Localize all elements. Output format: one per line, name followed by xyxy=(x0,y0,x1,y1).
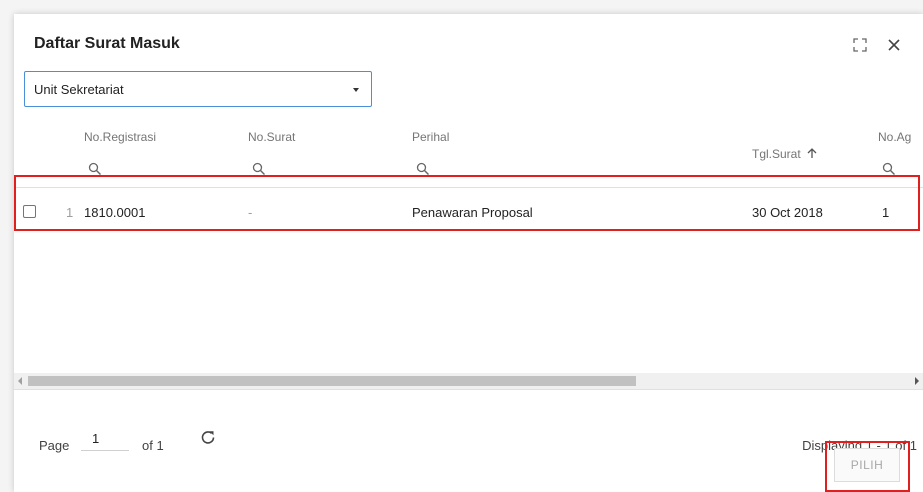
row-number: 1 xyxy=(66,205,74,220)
dialog-window: Daftar Surat Masuk Unit Sekretariat No.R… xyxy=(14,14,923,492)
arrow-up-icon xyxy=(807,148,817,158)
page-label: Page xyxy=(39,438,70,453)
scrollbar-thumb[interactable] xyxy=(28,376,636,386)
cell-perihal: Penawaran Proposal xyxy=(412,205,533,220)
cell-no-agenda: 1 xyxy=(882,205,890,220)
unit-select-value: Unit Sekretariat xyxy=(34,82,124,97)
maximize-icon[interactable] xyxy=(851,36,869,54)
search-icon[interactable] xyxy=(88,162,102,176)
pilih-button[interactable]: PILIH xyxy=(834,448,900,482)
row-checkbox[interactable] xyxy=(23,205,36,218)
page-number-input[interactable] xyxy=(81,427,129,451)
column-header-tgl-surat-label: Tgl.Surat xyxy=(752,147,801,161)
cell-no-registrasi: 1810.0001 xyxy=(84,205,146,220)
column-header-no-agenda[interactable]: No.Ag xyxy=(878,130,911,144)
scroll-left-icon[interactable] xyxy=(18,377,22,385)
page-count-label: of 1 xyxy=(142,438,164,453)
column-header-no-surat[interactable]: No.Surat xyxy=(248,130,295,144)
unit-select[interactable]: Unit Sekretariat xyxy=(24,71,372,107)
close-icon[interactable] xyxy=(885,36,903,54)
column-header-tgl-surat[interactable]: Tgl.Surat xyxy=(752,147,817,161)
dropdown-arrow-icon xyxy=(353,88,359,92)
column-header-no-registrasi[interactable]: No.Registrasi xyxy=(84,130,156,144)
refresh-icon[interactable] xyxy=(199,429,217,447)
horizontal-scrollbar[interactable] xyxy=(14,373,923,389)
search-icon[interactable] xyxy=(252,162,266,176)
column-header-perihal[interactable]: Perihal xyxy=(412,130,449,144)
search-icon[interactable] xyxy=(416,162,430,176)
dialog-title: Daftar Surat Masuk xyxy=(34,35,180,52)
search-icon[interactable] xyxy=(882,162,896,176)
footer-divider xyxy=(14,389,923,390)
cell-no-surat: - xyxy=(248,205,253,220)
scroll-right-icon[interactable] xyxy=(915,377,919,385)
cell-tgl-surat: 30 Oct 2018 xyxy=(752,205,823,220)
